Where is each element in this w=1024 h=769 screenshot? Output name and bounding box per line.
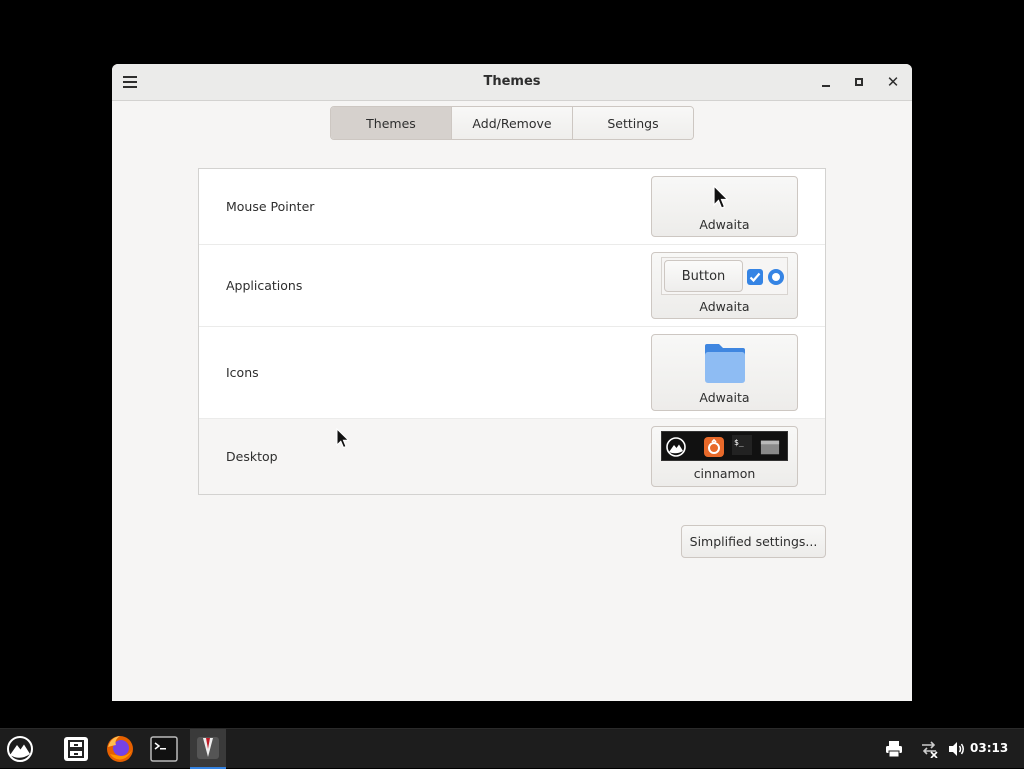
preview-button: Button [664, 260, 743, 292]
simplified-settings-button[interactable]: Simplified settings... [681, 525, 826, 558]
desktop-label: Desktop [226, 449, 278, 464]
checkbox-icon [747, 269, 763, 285]
icons-chooser-button[interactable]: Adwaita [651, 334, 798, 411]
applications-value: Adwaita [699, 299, 750, 314]
minimize-icon[interactable] [817, 73, 835, 91]
window-title: Themes [483, 74, 541, 89]
desktop-value: cinnamon [693, 466, 756, 481]
printer-icon[interactable] [885, 740, 903, 758]
cinnamon-menu-icon [7, 736, 33, 762]
desktop-chooser-button[interactable]: $_ cinnamon [651, 426, 798, 487]
software-icon [704, 437, 724, 457]
terminal-launcher[interactable] [144, 729, 184, 769]
theme-list: Mouse Pointer Adwaita Applications Butto… [198, 168, 826, 495]
list-item: Applications Button Adwaita [199, 245, 825, 327]
network-disconnected-icon[interactable] [920, 740, 938, 758]
volume-icon[interactable] [948, 740, 966, 758]
mouse-pointer-label: Mouse Pointer [226, 199, 315, 214]
applications-chooser-button[interactable]: Button Adwaita [651, 252, 798, 319]
clock[interactable]: 03:13 [970, 741, 1008, 755]
file-manager-icon [64, 737, 88, 761]
radio-icon [768, 269, 784, 285]
terminal-icon: $_ [732, 435, 752, 455]
themes-settings-icon [197, 737, 219, 759]
firefox-icon [107, 736, 133, 762]
tab-themes[interactable]: Themes [331, 107, 452, 139]
file-manager-icon [760, 440, 780, 455]
desktop-panel-preview: $_ [661, 431, 788, 461]
tab-settings[interactable]: Settings [573, 107, 693, 139]
list-item: Icons Adwaita [199, 327, 825, 419]
applications-label: Applications [226, 278, 303, 293]
list-item: Desktop $_ cinnamon [199, 419, 825, 494]
application-widgets-preview: Button [661, 257, 788, 295]
taskbar: 03:13 [0, 728, 1024, 769]
list-item: Mouse Pointer Adwaita [199, 169, 825, 245]
file-manager-launcher[interactable] [56, 729, 96, 769]
icons-label: Icons [226, 365, 259, 380]
cinnamon-menu-icon [666, 437, 686, 457]
firefox-launcher[interactable] [100, 729, 140, 769]
svg-text:$_: $_ [734, 438, 744, 447]
titlebar: Themes ✕ [112, 64, 912, 101]
mouse-pointer-chooser-button[interactable]: Adwaita [651, 176, 798, 237]
mouse-cursor-icon [336, 428, 350, 449]
terminal-icon [150, 736, 178, 762]
themes-window: Themes ✕ Themes Add/Remove Settings Mous… [112, 64, 912, 701]
themes-window-button[interactable] [190, 729, 226, 769]
menu-button[interactable] [0, 729, 40, 769]
maximize-icon[interactable] [850, 73, 868, 91]
mouse-pointer-preview-icon [713, 185, 729, 209]
folder-icon [705, 344, 745, 383]
tab-add-remove[interactable]: Add/Remove [452, 107, 573, 139]
tab-bar: Themes Add/Remove Settings [330, 106, 694, 140]
close-icon[interactable]: ✕ [884, 73, 902, 91]
mouse-pointer-value: Adwaita [699, 217, 750, 232]
icons-value: Adwaita [699, 390, 750, 405]
